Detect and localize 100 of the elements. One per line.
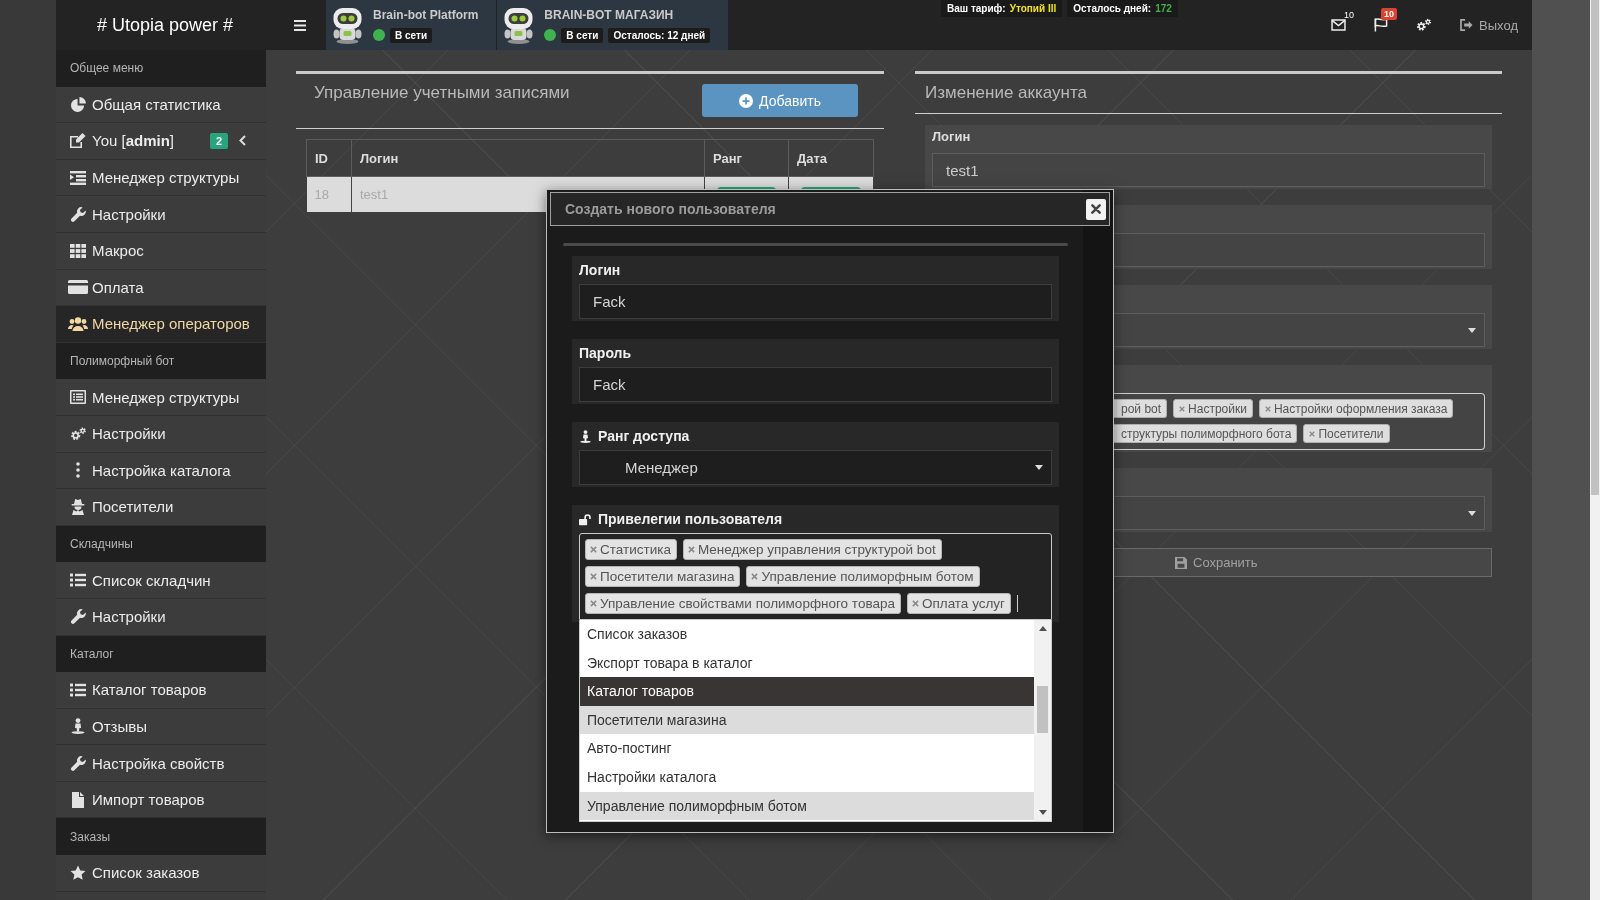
- bot-name: Brain-bot Platform: [373, 7, 479, 22]
- panel-title: Управление учетными записями: [314, 83, 570, 103]
- pie-chart-icon: [70, 96, 86, 112]
- field-label: Ранг доступа: [598, 428, 690, 444]
- privilege-tag[interactable]: структуры полиморфного бота: [1113, 424, 1298, 443]
- remove-icon[interactable]: [687, 546, 695, 553]
- chevron-icon[interactable]: [239, 135, 246, 147]
- logout-icon: [1460, 19, 1474, 31]
- count-badge: 2: [209, 133, 228, 149]
- text-input[interactable]: [1113, 233, 1485, 267]
- column-header[interactable]: ID: [306, 139, 352, 177]
- list-scrollbar[interactable]: [1034, 620, 1051, 821]
- incognito-user-icon: [71, 498, 85, 515]
- select-field[interactable]: Менеджер: [579, 450, 1052, 485]
- dropdown-option[interactable]: Управление полиморфным ботом: [580, 791, 1034, 821]
- tags-field[interactable]: Статистика Менеджер управления структурой bot Посетители магазина Управление полиморфным ботом Управление свойствами полиморфного товара Оплата услуг: [579, 533, 1052, 620]
- privilege-tag[interactable]: Посетители: [1303, 424, 1390, 443]
- sidebar-item[interactable]: Менеджер операторов: [56, 306, 266, 343]
- remove-icon[interactable]: [590, 573, 597, 580]
- logout-link[interactable]: Выход: [1460, 17, 1518, 33]
- dropdown-option[interactable]: Экспорт товара в каталог: [580, 648, 1034, 678]
- remove-icon[interactable]: [590, 600, 597, 607]
- dropdown-option[interactable]: Авто-постинг: [580, 734, 1034, 763]
- tags-field[interactable]: рой bot Настройки Настройки оформления заказа структуры полиморфного бота Посетители: [1113, 393, 1485, 450]
- remove-icon[interactable]: [1309, 430, 1316, 437]
- status-badge: В сети: [390, 27, 433, 43]
- list-icon: [70, 682, 86, 697]
- privilege-tag[interactable]: Менеджер управления структурой bot: [682, 539, 942, 560]
- field-label: Пароль: [579, 345, 632, 361]
- list-box-icon: [70, 390, 86, 405]
- notification-count: 10: [1344, 10, 1355, 20]
- dropdown-option[interactable]: Список заказов: [580, 620, 1034, 649]
- privilege-tag[interactable]: Управление свойствами полиморфного товара: [585, 593, 901, 614]
- grid-icon: [70, 243, 86, 258]
- wrench-icon: [70, 206, 86, 222]
- column-header[interactable]: Логин: [351, 139, 705, 177]
- dropdown-option[interactable]: Настройки каталога: [580, 762, 1034, 792]
- dropdown-option[interactable]: Каталог товаров: [580, 677, 1034, 706]
- person-icon: [579, 429, 592, 443]
- scroll-up-icon[interactable]: [1038, 626, 1047, 631]
- privilege-tag[interactable]: рой bot: [1113, 399, 1168, 418]
- scrollbar-thumb[interactable]: [1037, 686, 1048, 733]
- text-input[interactable]: Fack: [579, 367, 1052, 402]
- bot-tab[interactable]: Brain-bot Platform В сети: [326, 0, 498, 50]
- page-scrollbar[interactable]: [1590, 0, 1600, 900]
- select-field[interactable]: [1113, 313, 1485, 347]
- caret-icon: [1468, 327, 1476, 333]
- field-label: Привелегии пользователя: [598, 511, 783, 527]
- scroll-down-icon[interactable]: [1038, 810, 1047, 815]
- gears-icon: [69, 426, 87, 441]
- wrench-icon: [70, 609, 86, 625]
- tariff-label: Ваш тариф:: [947, 3, 1006, 14]
- save-button[interactable]: Сохранить: [1113, 548, 1492, 577]
- settings-icon[interactable]: [1416, 18, 1433, 32]
- bot-tab[interactable]: BRAIN-BOT МАГАЗИН В сети Осталось: 12 дней: [497, 0, 730, 50]
- days-left-value: 172: [1155, 3, 1172, 14]
- bot-name: BRAIN-BOT МАГАЗИН: [544, 7, 675, 22]
- users-icon: [68, 316, 88, 331]
- person-icon: [71, 718, 85, 735]
- credit-card-icon: [68, 280, 88, 295]
- remove-icon[interactable]: [590, 546, 597, 553]
- column-header[interactable]: Дата: [788, 139, 874, 177]
- text-cursor-icon: [1017, 595, 1019, 612]
- wrench-icon: [70, 755, 86, 771]
- scrollbar-thumb[interactable]: [1591, 0, 1599, 495]
- list-icon: [70, 573, 86, 588]
- text-input[interactable]: Fack: [579, 284, 1052, 319]
- tariff-value: Утопий III: [1009, 3, 1057, 14]
- mail-icon[interactable]: [1331, 19, 1347, 31]
- remove-icon[interactable]: [1264, 405, 1271, 412]
- sidebar-section-title: Складчины: [56, 525, 266, 563]
- remove-icon[interactable]: [751, 573, 759, 580]
- column-header[interactable]: Ранг: [704, 139, 789, 177]
- site-logo[interactable]: # Utopia power #: [56, 14, 266, 36]
- vertical-dots-icon: [76, 462, 80, 479]
- privilege-tag[interactable]: Управление полиморфным ботом: [746, 566, 980, 587]
- caret-icon: [1035, 465, 1043, 470]
- panel-title: Изменение аккаунта: [925, 83, 1087, 103]
- field-label: Логин: [932, 128, 972, 146]
- menu-icon[interactable]: [294, 19, 306, 31]
- privilege-tag[interactable]: Статистика: [585, 539, 677, 560]
- privilege-tag[interactable]: Настройки: [1173, 399, 1253, 418]
- unlock-icon: [579, 512, 592, 526]
- close-button[interactable]: [1086, 198, 1106, 220]
- remove-icon[interactable]: [911, 600, 919, 607]
- indented-list-icon: [70, 170, 86, 185]
- select-field[interactable]: [1113, 496, 1485, 530]
- text-input[interactable]: test1: [932, 153, 1485, 187]
- privilege-tag[interactable]: Настройки оформления заказа: [1258, 399, 1454, 418]
- privilege-tag[interactable]: Оплата услуг: [906, 593, 1012, 614]
- sidebar-section-title: Общее меню: [56, 50, 266, 87]
- close-icon: [1091, 204, 1101, 214]
- field-label: Логин: [579, 262, 621, 278]
- privilege-tag[interactable]: Посетители магазина: [585, 566, 741, 587]
- alert-badge: 10: [1381, 8, 1398, 20]
- dropdown-option[interactable]: Посетители магазина: [580, 705, 1034, 735]
- status-badge: В сети: [561, 27, 604, 43]
- remove-icon[interactable]: [1179, 405, 1186, 412]
- file-icon: [72, 791, 84, 808]
- robot-icon: [502, 6, 536, 44]
